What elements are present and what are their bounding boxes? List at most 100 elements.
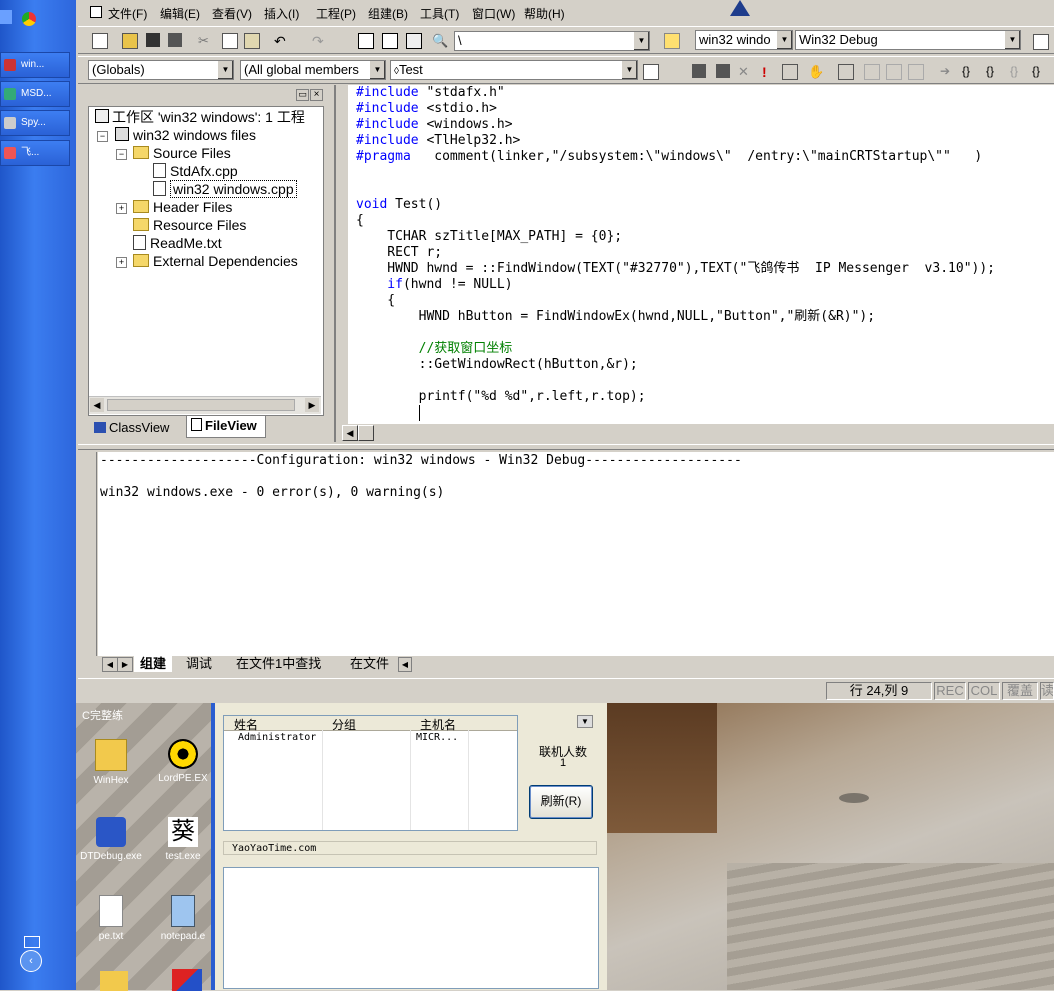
menu-help[interactable]: 帮助(H)	[524, 5, 565, 22]
close-icon[interactable]: ×	[310, 89, 323, 101]
save-icon[interactable]	[146, 33, 160, 47]
code-editor[interactable]: #include "stdafx.h" #include <stdio.h> #in…	[348, 85, 1054, 426]
chrome-icon[interactable]	[22, 12, 36, 26]
execute-icon[interactable]: !	[762, 64, 776, 80]
chevron-down-icon[interactable]: ▼	[1004, 31, 1020, 49]
run-to-cursor-icon[interactable]: {}	[1032, 64, 1046, 78]
scroll-thumb[interactable]	[107, 399, 295, 411]
project-node[interactable]: win32 windows files	[115, 126, 256, 144]
menu-tools[interactable]: 工具(T)	[420, 5, 459, 22]
open-folder-icon[interactable]	[122, 33, 138, 49]
hand-icon[interactable]: ✋	[808, 64, 824, 79]
scroll-left-icon[interactable]: ◀	[90, 398, 104, 412]
editor-hscrollbar[interactable]: ◀	[340, 424, 1054, 442]
arrow-right-icon[interactable]: ➔	[940, 64, 954, 78]
user-list[interactable]: 姓名 分组 主机名 Administrator MICR...	[223, 715, 518, 831]
expand-icon[interactable]: +	[116, 257, 127, 268]
function-combo[interactable]: ◊Test ▼	[390, 60, 638, 80]
tab-fileview[interactable]: FileView	[186, 416, 266, 438]
find-icon[interactable]	[664, 33, 680, 49]
step-icon[interactable]	[838, 64, 854, 80]
scroll-right-icon[interactable]: ▶	[305, 398, 319, 412]
workspace-icon[interactable]	[358, 33, 374, 49]
memory-icon[interactable]	[886, 64, 902, 80]
output-grip[interactable]	[84, 452, 97, 656]
find-in-files-icon[interactable]: 🔍	[432, 33, 448, 48]
external-deps-folder[interactable]: External Dependencies	[133, 252, 298, 270]
config-combo[interactable]: Win32 Debug ▼	[795, 30, 1021, 50]
menu-project[interactable]: 工程(P)	[316, 5, 356, 22]
redo-icon[interactable]: ↷	[312, 33, 326, 49]
app-shortcut-icon[interactable]	[172, 969, 202, 991]
step-over-icon[interactable]: {}	[986, 64, 1000, 78]
pane-divider[interactable]	[78, 444, 1054, 450]
chevron-down-icon[interactable]: ▼	[217, 61, 233, 79]
compile-icon[interactable]	[692, 64, 706, 78]
menu-file[interactable]: 文件(F)	[108, 5, 147, 22]
taskbar-item-msdn[interactable]: MSD...	[0, 81, 70, 107]
chevron-down-icon[interactable]: ▼	[369, 61, 385, 79]
folder-icon[interactable]	[100, 971, 128, 991]
collapse-tray-icon[interactable]: ‹	[20, 950, 42, 972]
wizard-action-icon[interactable]	[643, 64, 659, 80]
collapse-icon[interactable]: −	[116, 149, 127, 160]
tab-scroll-icon[interactable]: ◀	[398, 657, 412, 672]
save-all-icon[interactable]	[168, 33, 182, 47]
output-icon[interactable]	[382, 33, 398, 49]
copy-icon[interactable]	[222, 33, 238, 49]
splitter[interactable]	[334, 85, 336, 442]
collapse-icon[interactable]: −	[97, 131, 108, 142]
undo-icon[interactable]: ↶	[274, 33, 288, 49]
dropdown-arrow-icon[interactable]: ▼	[577, 715, 593, 728]
workspace-root[interactable]: 工作区 'win32 windows': 1 工程	[95, 108, 305, 126]
new-file-icon[interactable]	[92, 33, 108, 49]
file-readme[interactable]: ReadMe.txt	[133, 234, 222, 252]
members-combo[interactable]: (All global members ▼	[240, 60, 386, 80]
taskbar-item-feige[interactable]: 飞...	[0, 140, 70, 166]
tab-find-in-files-1[interactable]: 在文件1中查找	[230, 656, 327, 672]
tab-scroll-left-icon[interactable]: ◀	[102, 657, 118, 672]
chevron-down-icon[interactable]: ▼	[776, 31, 792, 49]
restore-icon[interactable]: ▭	[296, 89, 309, 101]
registers-icon[interactable]	[908, 64, 924, 80]
file-win32-windows[interactable]: win32 windows.cpp	[153, 180, 297, 198]
taskbar-item-win[interactable]: win...	[0, 52, 70, 78]
source-files-folder[interactable]: Source Files	[133, 144, 231, 162]
file-stdafx[interactable]: StdAfx.cpp	[153, 162, 238, 180]
tab-build[interactable]: 组建	[134, 656, 173, 672]
cut-icon[interactable]: ✂	[198, 33, 212, 48]
build-all-icon[interactable]	[716, 64, 730, 78]
watch-icon[interactable]	[864, 64, 880, 80]
menu-window[interactable]: 窗口(W)	[472, 5, 515, 22]
step-out-icon[interactable]: {}	[1010, 64, 1024, 78]
column-group[interactable]: 分组	[332, 716, 356, 733]
menu-view[interactable]: 查看(V)	[212, 5, 252, 22]
tab-classview[interactable]: ClassView	[88, 418, 184, 438]
chevron-down-icon[interactable]: ▼	[633, 32, 649, 50]
header-files-folder[interactable]: Header Files	[133, 198, 232, 216]
step-into-icon[interactable]: {}	[962, 64, 976, 78]
message-input[interactable]	[223, 867, 599, 989]
paste-icon[interactable]	[244, 33, 260, 49]
system-menu-icon[interactable]	[90, 6, 102, 18]
tab-scroll-right-icon[interactable]: ▶	[117, 657, 133, 672]
scope-combo[interactable]: (Globals) ▼	[88, 60, 234, 80]
project-combo[interactable]: win32 windo ▼	[695, 30, 793, 50]
scroll-thumb[interactable]	[358, 425, 374, 441]
table-row[interactable]: Administrator MICR...	[224, 732, 517, 744]
menu-insert[interactable]: 插入(I)	[264, 5, 299, 22]
build-icon[interactable]	[1033, 34, 1049, 50]
menu-edit[interactable]: 编辑(E)	[160, 5, 200, 22]
go-icon[interactable]	[782, 64, 798, 80]
tab-debug[interactable]: 调试	[180, 656, 218, 672]
menu-build[interactable]: 组建(B)	[368, 5, 408, 22]
resource-files-folder[interactable]: Resource Files	[133, 216, 246, 234]
window-list-icon[interactable]	[406, 33, 422, 49]
find-combo[interactable]: \ ▼	[454, 31, 650, 51]
column-host[interactable]: 主机名	[420, 716, 456, 733]
tab-find-in-files-2[interactable]: 在文件	[344, 656, 395, 672]
refresh-button[interactable]: 刷新(R)	[529, 785, 593, 819]
scroll-left-icon[interactable]: ◀	[342, 425, 358, 441]
expand-icon[interactable]: +	[116, 203, 127, 214]
keyboard-icon[interactable]	[24, 936, 40, 948]
